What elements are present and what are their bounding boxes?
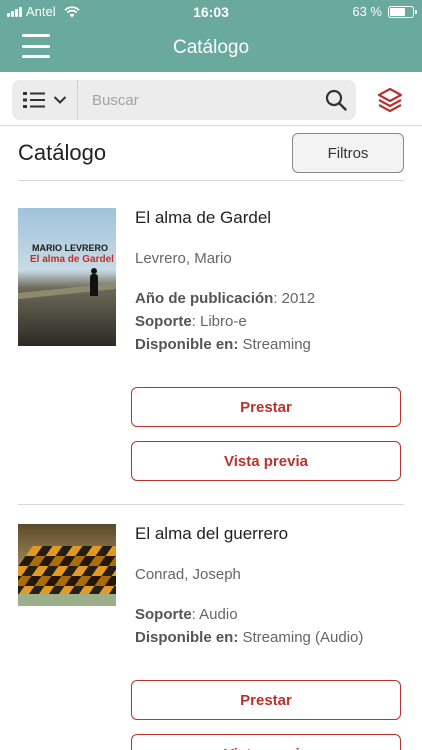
item-title[interactable]: El alma de Gardel: [135, 208, 271, 228]
list-view-icon: [22, 92, 45, 108]
search-icon[interactable]: [324, 88, 348, 112]
battery-icon: [388, 5, 417, 18]
format-label: Soporte: [135, 313, 192, 330]
divider: [18, 504, 404, 505]
year-value: : 2012: [273, 290, 316, 307]
nav-bar: Catálogo: [0, 24, 422, 72]
filters-button[interactable]: Filtros: [292, 133, 404, 173]
layers-icon[interactable]: [376, 86, 404, 114]
preview-button[interactable]: Vista previa: [131, 734, 401, 750]
battery-status: 63 %: [352, 4, 417, 19]
format-value: : Audio: [191, 606, 238, 623]
available-label: Disponible en:: [135, 629, 239, 646]
page-title: Catálogo: [18, 140, 107, 165]
view-toggle-button[interactable]: [12, 80, 78, 120]
chevron-down-icon: [53, 96, 66, 104]
divider: [18, 180, 404, 181]
book-cover[interactable]: MARIO LEVRERO El alma de Gardel: [18, 208, 116, 346]
search-box: [12, 80, 356, 120]
battery-percent: 63 %: [352, 4, 382, 19]
preview-button[interactable]: Vista previa: [131, 441, 401, 481]
top-bar: Antel 16:03 63 % Catálogo: [0, 0, 422, 72]
nav-title: Catálogo: [172, 37, 250, 58]
item-meta: Soporte: Audio Disponible en: Streaming …: [135, 603, 363, 649]
search-row: [0, 72, 422, 126]
item-title[interactable]: El alma del guerrero: [135, 524, 288, 544]
available-label: Disponible en:: [135, 336, 239, 353]
status-bar: Antel 16:03 63 %: [0, 0, 422, 24]
year-label: Año de publicación: [135, 290, 274, 307]
search-input[interactable]: [92, 80, 312, 120]
item-meta: Año de publicación: 2012 Soporte: Libro-…: [135, 287, 315, 356]
book-cover[interactable]: [18, 524, 116, 606]
available-value: Streaming (Audio): [238, 629, 364, 646]
item-author[interactable]: Conrad, Joseph: [135, 566, 241, 583]
format-value: : Libro-e: [191, 313, 247, 330]
cover-title-text: El alma de Gardel: [30, 254, 114, 265]
borrow-button[interactable]: Prestar: [131, 680, 401, 720]
available-value: Streaming: [238, 336, 311, 353]
cover-author-text: MARIO LEVRERO: [32, 243, 109, 253]
format-label: Soporte: [135, 606, 192, 623]
borrow-button[interactable]: Prestar: [131, 387, 401, 427]
item-author[interactable]: Levrero, Mario: [135, 250, 232, 267]
